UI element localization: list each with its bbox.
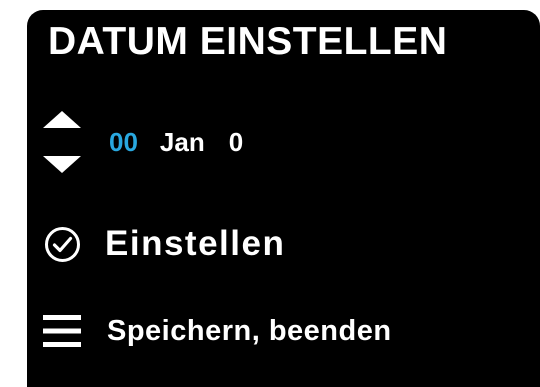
device-screen: DATUM EINSTELLEN 00 Jan 0 Einstellen Spe… <box>27 10 540 387</box>
date-year-value[interactable]: 0 <box>229 127 243 158</box>
save-exit-label: Speichern, beenden <box>107 314 392 347</box>
check-circle-icon <box>44 226 81 263</box>
date-month-value[interactable]: Jan <box>160 127 205 158</box>
menu-lines-icon <box>43 314 81 348</box>
set-option[interactable]: Einstellen <box>43 219 285 269</box>
up-down-arrows-icon[interactable] <box>43 111 81 173</box>
date-selector[interactable]: 00 Jan 0 <box>43 111 243 173</box>
screen-title: DATUM EINSTELLEN <box>48 20 448 63</box>
save-exit-option[interactable]: Speichern, beenden <box>43 309 392 353</box>
set-label: Einstellen <box>105 224 286 263</box>
date-day-value[interactable]: 00 <box>109 127 138 158</box>
